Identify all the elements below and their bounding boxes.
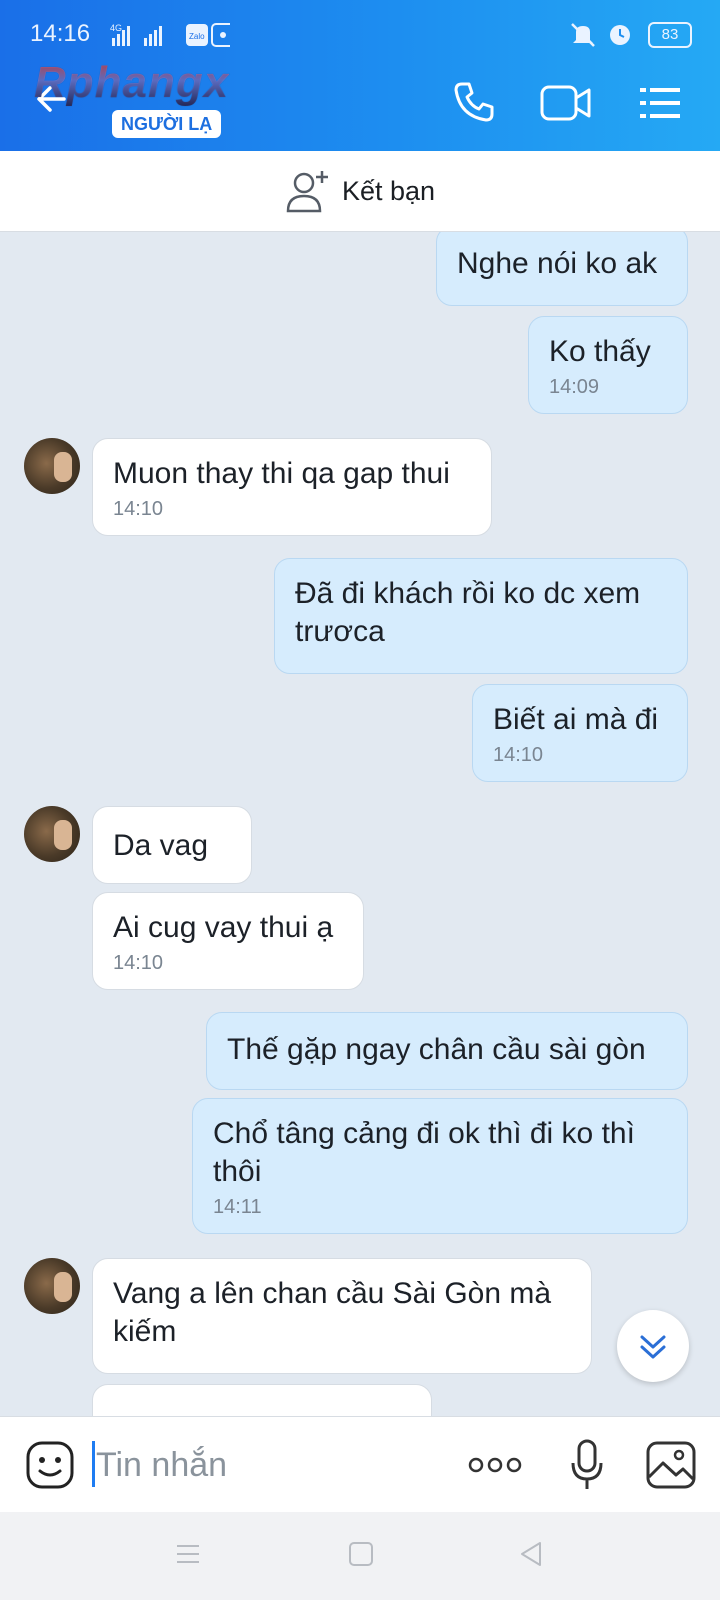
- message-text: Da vag: [113, 829, 209, 862]
- message-time: 14:10: [113, 952, 164, 974]
- system-nav-bar: [0, 1512, 720, 1600]
- microphone-icon[interactable]: [570, 1439, 604, 1491]
- message-time: 14:11: [213, 1196, 262, 1218]
- alarm-icon: [610, 25, 630, 45]
- more-options-icon[interactable]: [468, 1455, 522, 1475]
- message-text: Đã đi khách rồi ko dc xem trươca: [295, 577, 641, 648]
- add-friend-label: Kết bạn: [342, 175, 436, 206]
- watermark-logo: Rphangx: [34, 58, 230, 107]
- contact-avatar[interactable]: [24, 1258, 80, 1314]
- chat-area[interactable]: Nghe nói ko ak Ko thấy 14:09 Muon thay t…: [0, 232, 720, 1416]
- home-icon[interactable]: [348, 1541, 374, 1567]
- add-user-icon: [286, 171, 328, 213]
- message-text: Thế gặp ngay chân cầu sài gòn: [227, 1033, 646, 1066]
- contact-avatar[interactable]: [24, 438, 80, 494]
- battery-indicator: 83: [648, 22, 692, 48]
- scroll-to-bottom-button[interactable]: [617, 1310, 689, 1382]
- message-bubble-sent[interactable]: Chổ tâng cảng đi ok thì đi ko thì thôi 1…: [192, 1098, 688, 1234]
- status-bar: 14:16 4G Zalo 83: [0, 0, 720, 56]
- status-time: 14:16: [30, 20, 91, 47]
- back-nav-icon[interactable]: [518, 1540, 544, 1568]
- message-bubble-sent[interactable]: Nghe nói ko ak: [436, 232, 688, 306]
- message-text: Nghe nói ko ak: [457, 247, 658, 280]
- message-text: Muon thay thi qa gap thui: [113, 457, 450, 490]
- message-bubble-received[interactable]: Muon thay thi qa gap thui 14:10: [92, 438, 492, 536]
- stranger-badge: NGƯỜI LẠ: [112, 110, 222, 138]
- message-text: Vang a lên chan cầu Sài Gòn mà kiếm: [113, 1277, 552, 1348]
- menu-list-icon[interactable]: [638, 86, 682, 120]
- contact-avatar[interactable]: [24, 806, 80, 862]
- message-bubble-received[interactable]: Da vag: [92, 806, 252, 884]
- top-bar: 14:16 4G Zalo 83 Rphangx NGƯỜI LẠ: [0, 0, 720, 151]
- network-type-label: 4G: [110, 23, 122, 33]
- recent-apps-icon[interactable]: [175, 1542, 201, 1566]
- message-input-bar: [0, 1416, 720, 1513]
- message-bubble-sent[interactable]: Thế gặp ngay chân cầu sài gòn: [206, 1012, 688, 1090]
- message-bubble-sent[interactable]: Đã đi khách rồi ko dc xem trươca: [274, 558, 688, 674]
- add-friend-bar[interactable]: Kết bạn: [0, 151, 720, 232]
- message-text: Chổ tâng cảng đi ok thì đi ko thì thôi: [213, 1117, 635, 1188]
- message-text: Ko thấy: [549, 335, 651, 368]
- message-time: 14:10: [493, 744, 544, 766]
- mute-icon: [571, 23, 595, 47]
- message-text: Ai cug vay thui ạ: [113, 911, 334, 944]
- message-time: 14:10: [113, 498, 164, 520]
- message-bubble-sent[interactable]: Ko thấy 14:09: [528, 316, 688, 414]
- message-time: 14:09: [549, 376, 600, 398]
- message-bubble-received[interactable]: Vang a lên chan cầu Sài Gòn mà kiếm: [92, 1258, 592, 1374]
- message-text: Biết ai mà đi: [493, 703, 659, 736]
- sticker-emoji-icon[interactable]: [26, 1441, 74, 1489]
- add-friend-button[interactable]: Kết bạn: [286, 169, 435, 213]
- signal-icon: 4G Zalo: [110, 23, 230, 47]
- message-input[interactable]: [94, 1439, 448, 1491]
- video-call-icon[interactable]: [540, 84, 592, 122]
- message-bubble-received-partial[interactable]: [92, 1384, 432, 1416]
- image-gallery-icon[interactable]: [646, 1441, 696, 1489]
- svg-text:Zalo: Zalo: [189, 32, 205, 41]
- phone-call-icon[interactable]: [452, 80, 496, 124]
- message-bubble-received[interactable]: Ai cug vay thui ạ 14:10: [92, 892, 364, 990]
- message-bubble-sent[interactable]: Biết ai mà đi 14:10: [472, 684, 688, 782]
- double-chevron-down-icon: [640, 1335, 666, 1359]
